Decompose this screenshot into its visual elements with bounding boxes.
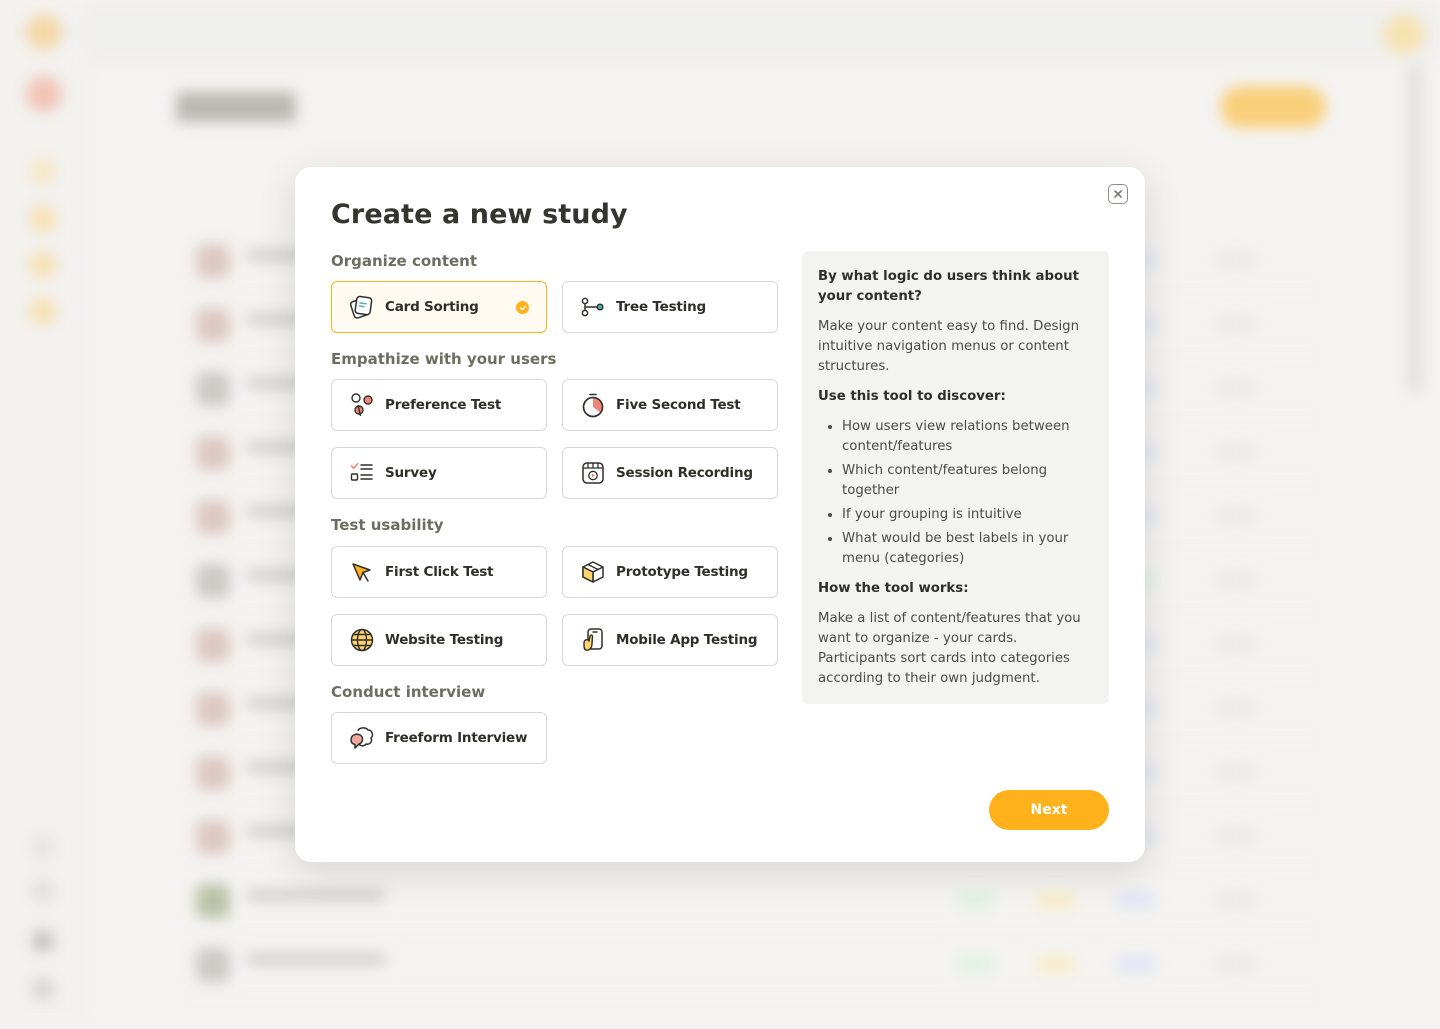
tree-testing-label: Tree Testing	[616, 299, 706, 315]
preference-test-label: Preference Test	[385, 397, 502, 413]
section-label-usability: Test usability	[331, 516, 444, 534]
close-button[interactable]	[1108, 184, 1128, 204]
background-page-title	[176, 92, 296, 122]
preference-test-icon	[348, 391, 376, 419]
study-info-panel: By what logic do users think about your …	[802, 251, 1109, 704]
session-recording-option[interactable]: Session Recording	[562, 447, 778, 499]
mobile-app-testing-label: Mobile App Testing	[616, 632, 758, 648]
modal-title: Create a new study	[331, 199, 628, 230]
card-sorting-label: Card Sorting	[385, 299, 479, 315]
cube-icon	[579, 558, 607, 586]
next-button[interactable]: Next	[989, 790, 1109, 830]
info-how-text: Make a list of content/features that you…	[818, 611, 1081, 686]
cursor-click-icon	[348, 558, 376, 586]
section-label-interview: Conduct interview	[331, 683, 486, 701]
mobile-tap-icon	[579, 626, 607, 654]
preference-test-option[interactable]: Preference Test	[331, 379, 547, 431]
stopwatch-icon	[579, 391, 607, 419]
section-label-empathize: Empathize with your users	[331, 350, 557, 368]
prototype-testing-label: Prototype Testing	[616, 564, 748, 580]
session-recording-label: Session Recording	[616, 465, 753, 481]
prototype-testing-option[interactable]: Prototype Testing	[562, 546, 778, 598]
globe-icon	[348, 626, 376, 654]
freeform-interview-option[interactable]: Freeform Interview	[331, 712, 547, 764]
selected-check-icon	[516, 301, 529, 314]
background-create-button	[1220, 86, 1326, 128]
checklist-icon	[348, 459, 376, 487]
five-second-test-option[interactable]: Five Second Test	[562, 379, 778, 431]
list-item: Which content/features belong together	[842, 461, 1093, 501]
tree-testing-option[interactable]: Tree Testing	[562, 281, 778, 333]
first-click-test-label: First Click Test	[385, 564, 494, 580]
freeform-interview-label: Freeform Interview	[385, 730, 528, 746]
list-item: What would be best labels in your menu (…	[842, 529, 1093, 569]
background-scrollbar	[1408, 64, 1422, 394]
five-second-test-label: Five Second Test	[616, 397, 741, 413]
list-item: If your grouping is intuitive	[842, 505, 1093, 525]
card-sorting-icon	[348, 293, 376, 321]
info-discover-list: How users view relations between content…	[818, 417, 1093, 569]
first-click-test-option[interactable]: First Click Test	[331, 546, 547, 598]
info-discover-heading: Use this tool to discover:	[818, 389, 1006, 404]
info-how-heading: How the tool works:	[818, 581, 969, 596]
background-sidebar	[0, 0, 88, 1029]
chat-bubbles-icon	[348, 724, 376, 752]
create-study-modal: Create a new study Organize content Card…	[295, 167, 1145, 862]
website-testing-option[interactable]: Website Testing	[331, 614, 547, 666]
website-testing-label: Website Testing	[385, 632, 504, 648]
survey-label: Survey	[385, 465, 437, 481]
survey-option[interactable]: Survey	[331, 447, 547, 499]
tree-testing-icon	[579, 293, 607, 321]
list-item: How users view relations between content…	[842, 417, 1093, 457]
background-topbar	[0, 0, 1440, 64]
card-sorting-option[interactable]: Card Sorting	[331, 281, 547, 333]
mobile-app-testing-option[interactable]: Mobile App Testing	[562, 614, 778, 666]
info-heading: By what logic do users think about your …	[818, 269, 1079, 304]
video-recording-icon	[579, 459, 607, 487]
close-icon	[1114, 190, 1122, 198]
section-label-organize: Organize content	[331, 252, 478, 270]
info-intro: Make your content easy to find. Design i…	[818, 319, 1080, 374]
